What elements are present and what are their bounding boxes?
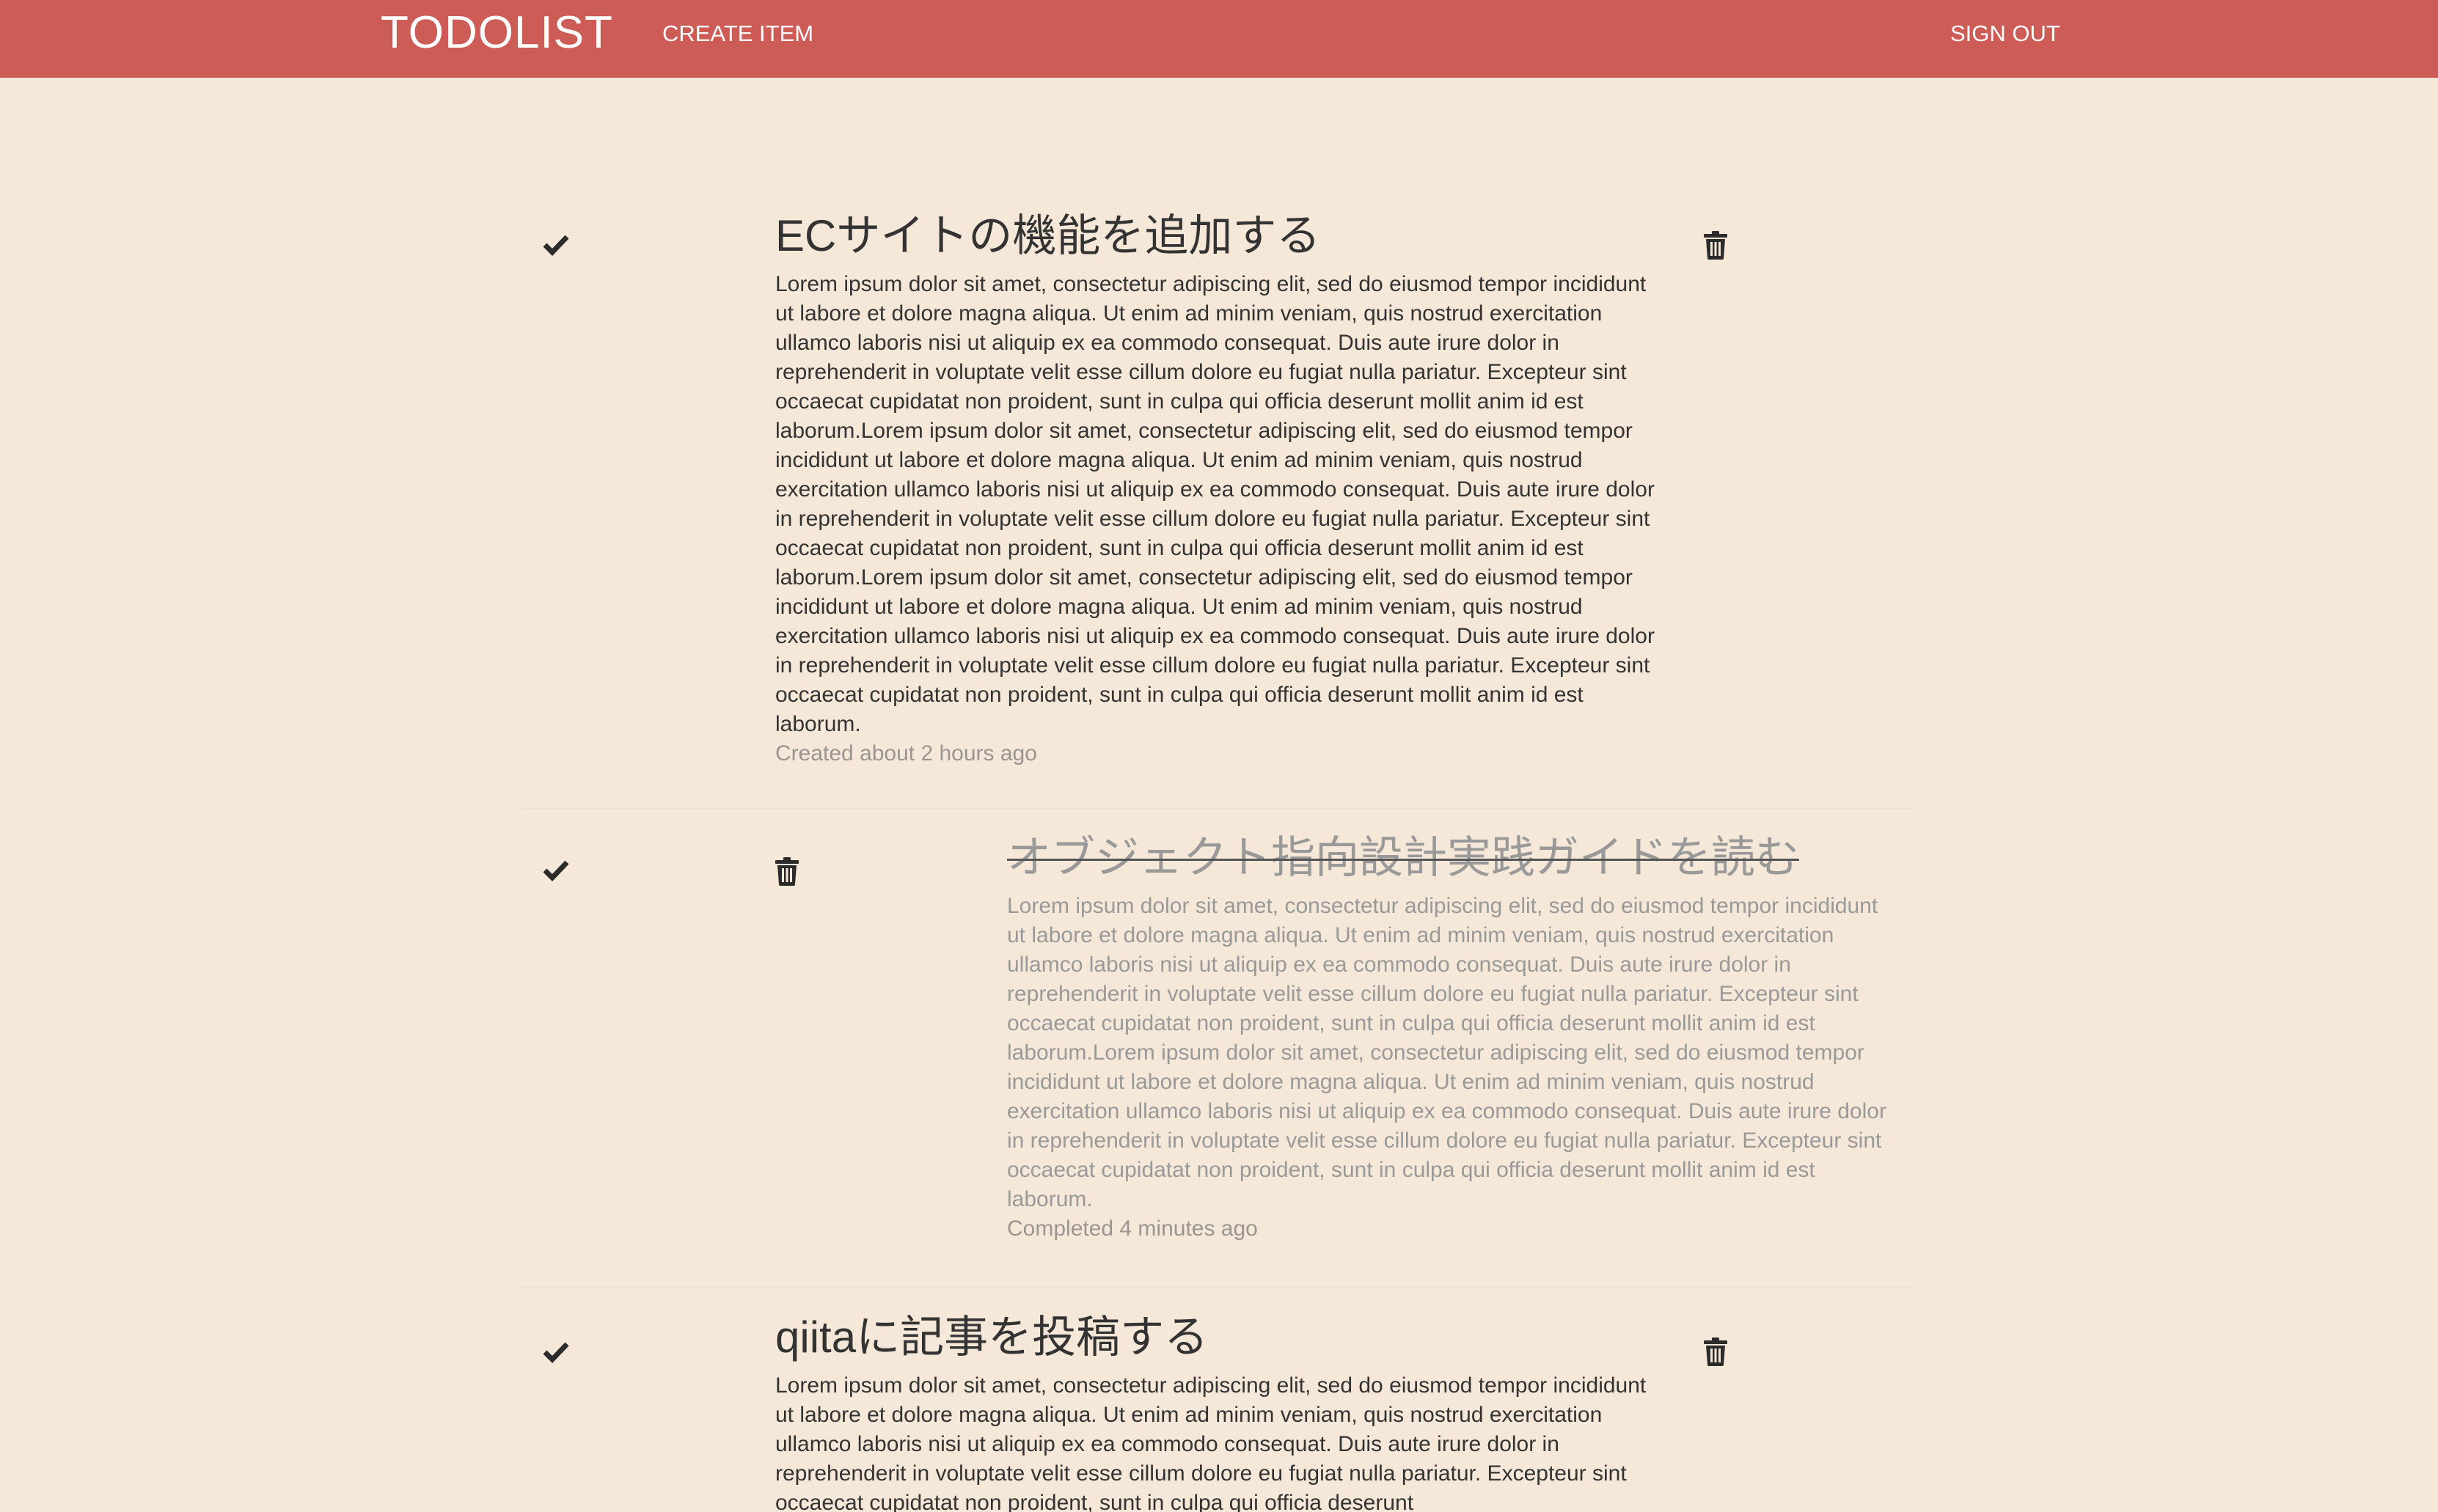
todo-item: qiitaに記事を投稿する Lorem ipsum dolor sit amet…	[519, 1291, 1913, 1512]
todo-title[interactable]: オブジェクト指向設計実践ガイドを読む	[1007, 832, 1902, 884]
brand-logo[interactable]: TODOLIST	[381, 7, 613, 59]
trash-icon	[1704, 1337, 1727, 1366]
check-icon	[543, 860, 569, 882]
todo-item: オブジェクト指向設計実践ガイドを読む Lorem ipsum dolor sit…	[519, 811, 1913, 1288]
trash-icon	[775, 857, 799, 886]
todo-content: ECサイトの機能を追加する Lorem ipsum dolor sit amet…	[775, 210, 1670, 768]
delete-button[interactable]	[1703, 1337, 1728, 1366]
sign-out-link[interactable]: SIGN OUT	[1950, 21, 2060, 47]
todo-item: ECサイトの機能を追加する Lorem ipsum dolor sit amet…	[519, 205, 1913, 810]
todo-content: オブジェクト指向設計実践ガイドを読む Lorem ipsum dolor sit…	[1007, 832, 1902, 1244]
complete-toggle[interactable]	[541, 230, 571, 259]
complete-toggle[interactable]	[541, 855, 571, 884]
complete-toggle[interactable]	[541, 1337, 571, 1366]
todo-description: Lorem ipsum dolor sit amet, consectetur …	[775, 1373, 1647, 1512]
todo-content: qiitaに記事を投稿する Lorem ipsum dolor sit amet…	[775, 1311, 1670, 1512]
navbar: TODOLIST CREATE ITEM SIGN OUT	[0, 0, 2438, 78]
check-icon	[543, 1342, 569, 1364]
todo-title[interactable]: qiitaに記事を投稿する	[775, 1311, 1670, 1364]
check-icon	[543, 235, 569, 257]
create-item-link[interactable]: CREATE ITEM	[662, 21, 813, 47]
trash-icon	[1704, 231, 1727, 260]
delete-button[interactable]	[1703, 230, 1728, 260]
todo-timestamp: Created about 2 hours ago	[775, 741, 1037, 766]
todo-description: Lorem ipsum dolor sit amet, consectetur …	[1007, 894, 1886, 1211]
todo-description: Lorem ipsum dolor sit amet, consectetur …	[775, 272, 1655, 736]
todo-timestamp: Completed 4 minutes ago	[1007, 1216, 1258, 1241]
delete-button[interactable]	[775, 856, 799, 886]
todo-title[interactable]: ECサイトの機能を追加する	[775, 210, 1670, 263]
